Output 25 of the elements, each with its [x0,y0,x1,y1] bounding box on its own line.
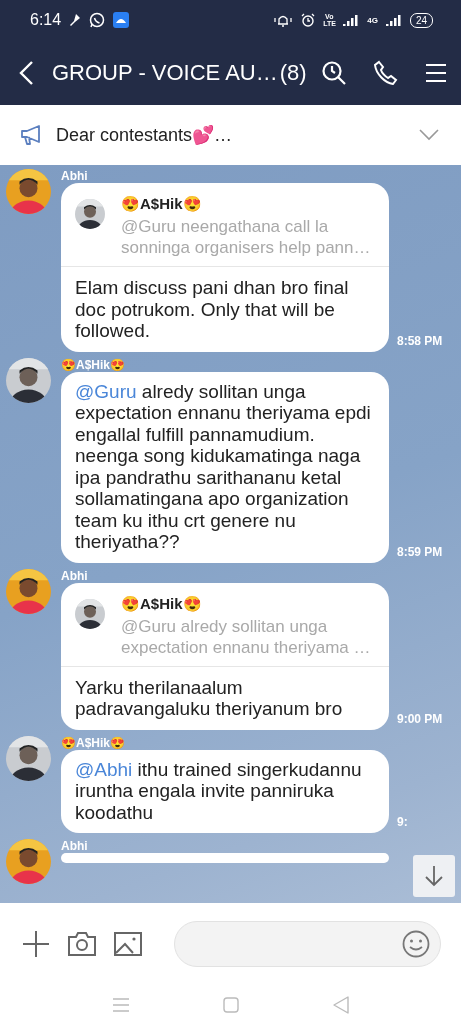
message-text: Yarku therilanaalum padravangaluku theriyanum bro [74,675,344,721]
sender-name: 😍A$Hik😍 [61,735,126,750]
sender-name: Abhi [61,839,89,853]
quoted-message: @Guru alredy sollitan unga expectation ennanu theriyama … [121,615,372,658]
quoted-sender: 😍A$Hik😍 [121,594,203,613]
network-label: 4G [367,15,378,25]
quoted-message: @Guru neengathana call la sonninga organisers help pann… [121,216,372,258]
message-time: 9:00 PM [397,711,443,726]
mention-link[interactable]: @Abhi [75,758,133,780]
message-time: 8:59 PM [397,544,443,559]
sender-name: Abhi [61,169,89,183]
sender-name: 😍A$Hik😍 [61,357,126,372]
announcement-text[interactable]: Dear contestants💕… [56,124,233,146]
chat-title: GROUP - VOICE AU… [52,59,278,86]
message-time: 9: [397,815,408,829]
clock-time: 6:14 [30,11,62,29]
message-text: Elam discuss pani dhan bro final doc potrukom. Only that will be followed. [74,276,350,343]
quoted-sender: 😍A$Hik😍 [121,195,203,213]
message-text: @Abhi ithu trained singerkudannu iruntha engala invite panniruka koodathu [74,757,363,825]
message-time: 8:58 PM [397,333,443,348]
sender-name: Abhi [61,568,89,583]
message-text: @Guru alredy sollitan unga expectation ennanu theriyama epdi engallal fulfill pannamudium. neenga song kidukamatinga naga ipa pandrathu sarithananu ketal sollamatingana apo organization team ku ithu crt genere nu theriyatha?? [74,379,372,554]
mention-link[interactable]: @Guru [75,380,137,402]
battery-level: 24 [409,12,433,28]
member-count: (8) [279,59,307,86]
